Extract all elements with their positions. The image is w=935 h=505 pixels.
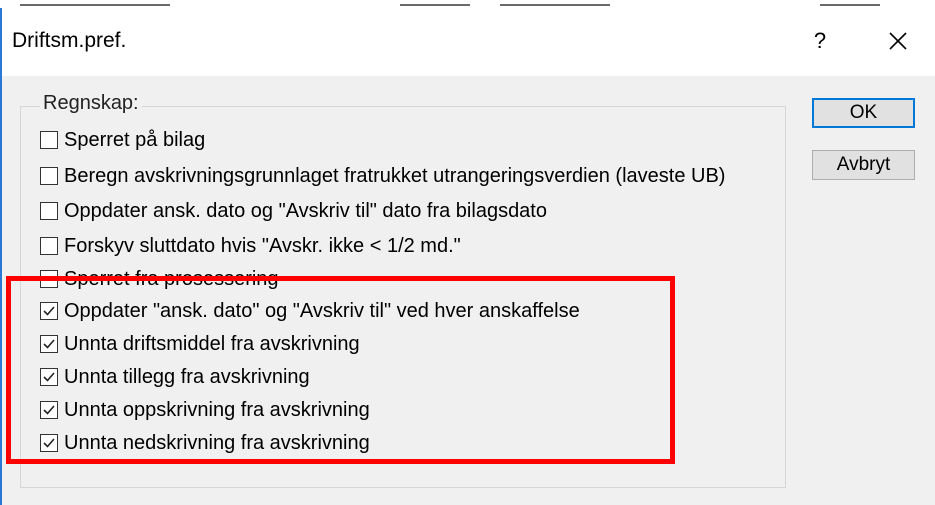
checkbox-label: Unnta tillegg fra avskrivning — [64, 365, 310, 388]
checkbox-unchecked[interactable] — [40, 237, 58, 255]
group-label: Regnskap: — [40, 92, 142, 115]
checkbox-label: Unnta nedskrivning fra avskrivning — [64, 431, 370, 454]
checkbox-row[interactable]: Beregn avskrivningsgrunnlaget fratrukket… — [40, 163, 725, 189]
checkbox-checked[interactable] — [40, 335, 58, 353]
checkbox-checked[interactable] — [40, 302, 58, 320]
dialog-titlebar: Driftsm.pref. ? — [2, 8, 935, 76]
checkmark-icon — [43, 339, 55, 349]
checkbox-row[interactable]: Unnta oppskrivning fra avskrivning — [40, 397, 370, 423]
checkmark-icon — [43, 438, 55, 448]
checkmark-icon — [43, 306, 55, 316]
ok-button[interactable]: OK — [812, 98, 915, 128]
checkbox-label: Beregn avskrivningsgrunnlaget fratrukket… — [64, 164, 726, 187]
checkbox-label: Sperret på bilag — [64, 128, 206, 151]
checkbox-label: Forskyv sluttdato hvis "Avskr. ikke < 1/… — [64, 234, 461, 257]
screen: Driftsm.pref. ? Regnskap: Sperret på bil… — [0, 0, 935, 505]
checkmark-icon — [43, 372, 55, 382]
checkbox-row[interactable]: Sperret på bilag — [40, 127, 205, 153]
close-icon — [888, 32, 908, 50]
checkbox-label: Unnta oppskrivning fra avskrivning — [64, 398, 370, 421]
background-window-edge — [0, 0, 935, 8]
checkbox-checked[interactable] — [40, 368, 58, 386]
dialog-title: Driftsm.pref. — [12, 29, 127, 52]
help-button[interactable]: ? — [808, 26, 832, 56]
checkbox-row[interactable]: Oppdater "ansk. dato" og "Avskriv til" v… — [40, 298, 580, 324]
checkmark-icon — [43, 405, 55, 415]
checkbox-row[interactable]: Unnta nedskrivning fra avskrivning — [40, 430, 370, 456]
checkbox-checked[interactable] — [40, 434, 58, 452]
checkbox-label: Oppdater ansk. dato og "Avskriv til" dat… — [64, 199, 547, 222]
checkbox-unchecked[interactable] — [40, 167, 58, 185]
preferences-dialog: Driftsm.pref. ? Regnskap: Sperret på bil… — [2, 8, 935, 505]
checkbox-label: Unnta driftsmiddel fra avskrivning — [64, 332, 360, 355]
checkbox-row[interactable]: Unnta driftsmiddel fra avskrivning — [40, 331, 360, 357]
checkbox-row[interactable]: Sperret fra prosessering — [40, 266, 279, 292]
checkbox-row[interactable]: Oppdater ansk. dato og "Avskriv til" dat… — [40, 198, 547, 224]
checkbox-row[interactable]: Forskyv sluttdato hvis "Avskr. ikke < 1/… — [40, 233, 461, 259]
checkbox-unchecked[interactable] — [40, 270, 58, 288]
close-button[interactable] — [880, 26, 916, 56]
checkbox-unchecked[interactable] — [40, 202, 58, 220]
checkbox-checked[interactable] — [40, 401, 58, 419]
cancel-button[interactable]: Avbryt — [812, 150, 915, 180]
checkbox-label: Sperret fra prosessering — [64, 267, 279, 290]
checkbox-unchecked[interactable] — [40, 131, 58, 149]
checkbox-label: Oppdater "ansk. dato" og "Avskriv til" v… — [64, 299, 580, 322]
checkbox-row[interactable]: Unnta tillegg fra avskrivning — [40, 364, 310, 390]
